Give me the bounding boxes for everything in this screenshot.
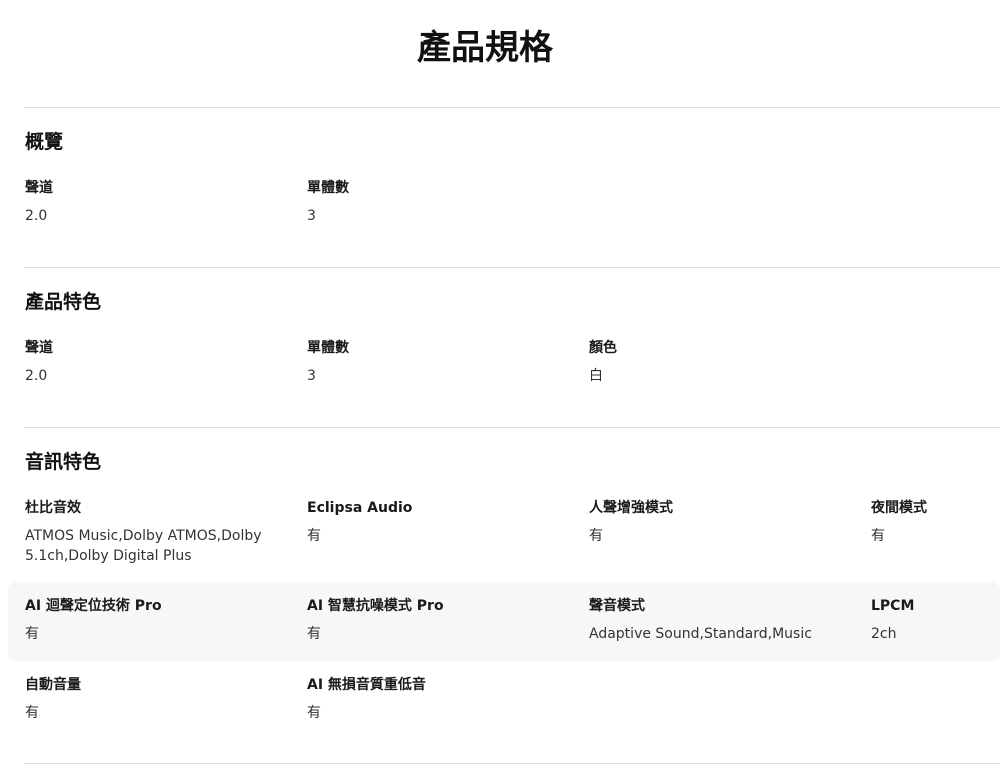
- spec-value: 有: [307, 528, 321, 544]
- spec-item-driver-count: 單體數 3: [307, 178, 557, 226]
- spec-label: AI 迴聲定位技術 Pro: [25, 598, 162, 614]
- spec-row: 聲道 2.0 單體數 3 顏色 白: [8, 338, 1000, 396]
- spec-value: Adaptive Sound,Standard,Music: [589, 626, 812, 642]
- spec-label: 聲道: [25, 340, 53, 356]
- spec-label: Eclipsa Audio: [307, 500, 413, 516]
- spec-label: 杜比音效: [25, 500, 81, 516]
- spec-item-auto-volume: 自動音量 有: [25, 675, 275, 723]
- spec-item-sound-mode: 聲音模式 Adaptive Sound,Standard,Music: [589, 596, 859, 644]
- spec-value: 有: [25, 705, 39, 721]
- section-divider: [24, 267, 1000, 268]
- spec-item-ai-bass: AI 無損音質重低音 有: [307, 675, 557, 723]
- spec-value: 有: [871, 528, 885, 544]
- spec-value: 有: [307, 626, 321, 642]
- spec-item-channel: 聲道 2.0: [25, 338, 275, 386]
- spec-value: ATMOS Music,Dolby ATMOS,Dolby 5.1ch,Dolb…: [25, 528, 262, 564]
- spec-label: 單體數: [307, 340, 349, 356]
- spec-item-lpcm: LPCM 2ch: [871, 596, 991, 644]
- spec-value: 3: [307, 368, 316, 384]
- section-divider: [24, 763, 1000, 764]
- page-title: 產品規格: [417, 28, 553, 68]
- spec-value: 白: [589, 368, 603, 384]
- spec-row: 杜比音效 ATMOS Music,Dolby ATMOS,Dolby 5.1ch…: [8, 498, 1000, 572]
- spec-value: 有: [25, 626, 39, 642]
- spec-item-eclipsa: Eclipsa Audio 有: [307, 498, 557, 546]
- spec-row-highlighted: AI 迴聲定位技術 Pro 有 AI 智慧抗噪模式 Pro 有 聲音模式 Ada…: [8, 582, 1000, 661]
- spec-page: 產品規格 概覽 聲道 2.0 單體數 3 產品特色 聲道 2.0 單體數 3 顏…: [0, 0, 1000, 778]
- spec-item-driver-count: 單體數 3: [307, 338, 557, 386]
- spec-item-voice-enhance: 人聲增強模式 有: [589, 498, 839, 546]
- spec-label: AI 智慧抗噪模式 Pro: [307, 598, 444, 614]
- spec-label: LPCM: [871, 598, 915, 614]
- section-divider: [24, 107, 1000, 108]
- spec-item-channel: 聲道 2.0: [25, 178, 275, 226]
- spec-row: 自動音量 有 AI 無損音質重低音 有: [8, 675, 1000, 733]
- spec-value: 2.0: [25, 208, 48, 224]
- spec-item-ai-echo: AI 迴聲定位技術 Pro 有: [25, 596, 275, 644]
- spec-value: 2.0: [25, 368, 48, 384]
- spec-item-dolby: 杜比音效 ATMOS Music,Dolby ATMOS,Dolby 5.1ch…: [25, 498, 265, 566]
- spec-row: 聲道 2.0 單體數 3: [8, 178, 1000, 236]
- spec-label: 夜間模式: [871, 500, 927, 516]
- section-title-audio: 音訊特色: [25, 451, 102, 473]
- spec-item-color: 顏色 白: [589, 338, 839, 386]
- section-divider: [24, 427, 1000, 428]
- spec-value: 有: [589, 528, 603, 544]
- spec-item-night-mode: 夜間模式 有: [871, 498, 991, 546]
- spec-value: 3: [307, 208, 316, 224]
- spec-label: 聲音模式: [589, 598, 645, 614]
- spec-label: AI 無損音質重低音: [307, 677, 426, 693]
- spec-label: 自動音量: [25, 677, 81, 693]
- spec-label: 人聲增強模式: [589, 500, 673, 516]
- spec-value: 有: [307, 705, 321, 721]
- spec-item-ai-noise: AI 智慧抗噪模式 Pro 有: [307, 596, 557, 644]
- spec-label: 聲道: [25, 180, 53, 196]
- spec-label: 顏色: [589, 340, 617, 356]
- section-title-features: 產品特色: [25, 291, 102, 313]
- spec-value: 2ch: [871, 626, 897, 642]
- spec-label: 單體數: [307, 180, 349, 196]
- section-title-overview: 概覽: [25, 131, 64, 153]
